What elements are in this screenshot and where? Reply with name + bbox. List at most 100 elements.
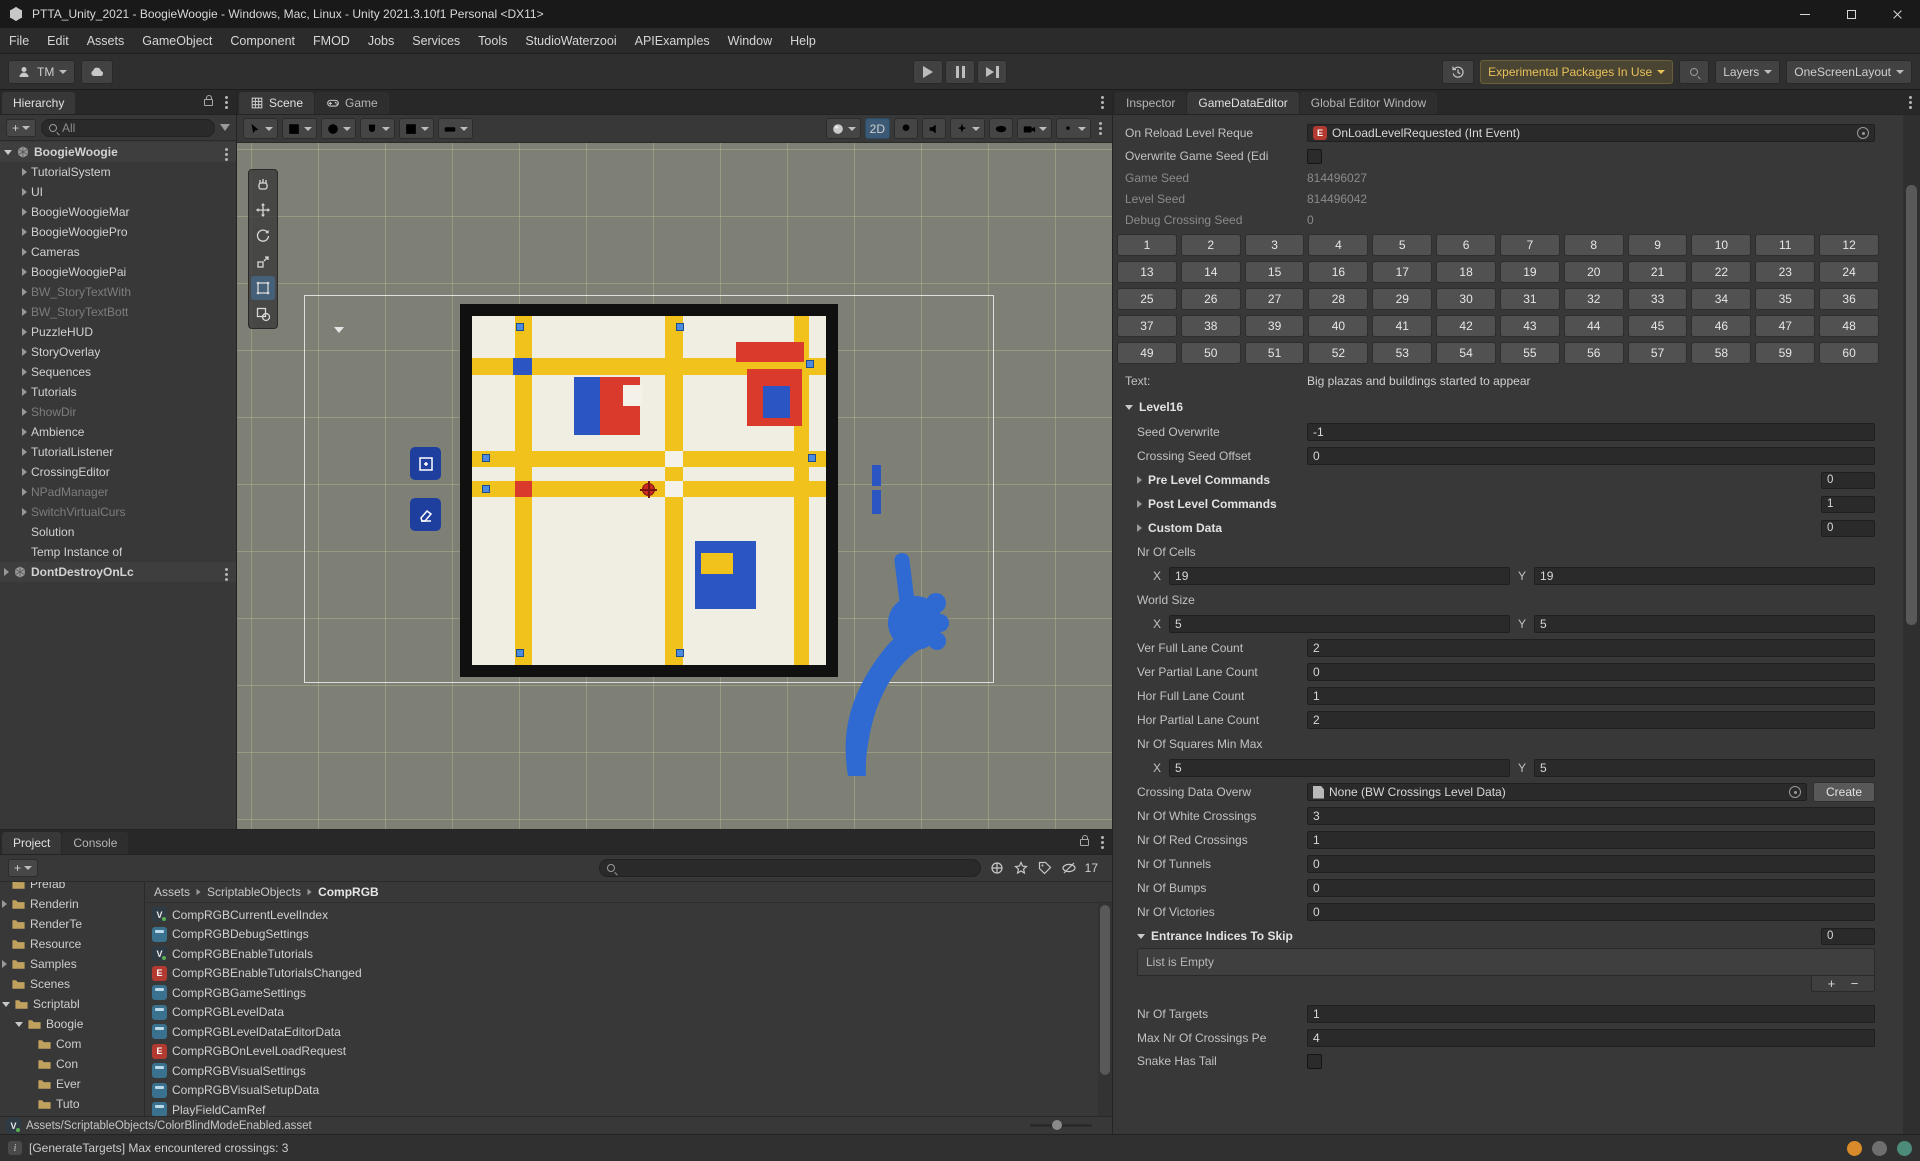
expand-arrow-icon[interactable] [22, 188, 27, 196]
array-size-field[interactable]: 0 [1821, 471, 1875, 489]
field-nr-of-white-crossings[interactable]: 3 [1307, 807, 1875, 825]
level-button-14[interactable]: 14 [1180, 261, 1241, 283]
expand-arrow-icon[interactable] [2, 1001, 10, 1007]
create-asset-button[interactable]: + [8, 859, 39, 877]
tool-settings-dropdown[interactable] [243, 118, 278, 139]
level-button-21[interactable]: 21 [1627, 261, 1688, 283]
folder-tuto[interactable]: Tuto [0, 1094, 144, 1114]
field-nr-of-red-crossings[interactable]: 1 [1307, 831, 1875, 849]
level-button-25[interactable]: 25 [1117, 288, 1177, 310]
breadcrumb-comprgb[interactable]: CompRGB [318, 885, 379, 899]
expand-arrow-icon[interactable] [22, 288, 27, 296]
menu-services[interactable]: Services [403, 28, 469, 53]
x-field[interactable]: 5 [1169, 615, 1510, 633]
expand-arrow-icon[interactable] [4, 568, 9, 576]
hierarchy-item-puzzlehud[interactable]: PuzzleHUD [0, 322, 236, 342]
level-button-5[interactable]: 5 [1372, 234, 1433, 256]
level-button-56[interactable]: 56 [1563, 342, 1624, 364]
level-button-46[interactable]: 46 [1691, 315, 1752, 337]
field-seed-overwrite[interactable]: -1 [1307, 423, 1875, 441]
level-button-35[interactable]: 35 [1755, 288, 1816, 310]
field-max-nr-of-crossings-pe[interactable]: 4 [1307, 1029, 1875, 1047]
expand-arrow-icon[interactable] [22, 348, 27, 356]
menu-fmod[interactable]: FMOD [304, 28, 359, 53]
lane-segment[interactable] [872, 465, 881, 486]
array-size-field[interactable]: 1 [1821, 495, 1875, 513]
expand-arrow-icon[interactable] [22, 308, 27, 316]
level-button-59[interactable]: 59 [1755, 342, 1816, 364]
field-nr-of-tunnels[interactable]: 0 [1307, 855, 1875, 873]
minimize-button[interactable] [1782, 0, 1828, 28]
asset-comprgbenabletutorials[interactable]: V CompRGBEnableTutorials [146, 944, 1098, 964]
inspector-scrollbar[interactable] [1903, 115, 1920, 1134]
level-button-43[interactable]: 43 [1499, 315, 1560, 337]
hierarchy-item-solution[interactable]: Solution [0, 522, 236, 542]
level-button-20[interactable]: 20 [1563, 261, 1624, 283]
foldout-custom-data[interactable]: Custom Data 0 [1113, 516, 1903, 540]
level-button-24[interactable]: 24 [1819, 261, 1879, 283]
level-button-6[interactable]: 6 [1436, 234, 1496, 256]
level-button-41[interactable]: 41 [1372, 315, 1433, 337]
level-button-57[interactable]: 57 [1627, 342, 1688, 364]
folder-resource[interactable]: Resource [0, 934, 144, 954]
fmod-status-icon[interactable] [1847, 1140, 1862, 1156]
expand-arrow-icon[interactable] [1137, 933, 1145, 939]
frame-tool-button[interactable] [410, 447, 441, 480]
level-button-13[interactable]: 13 [1117, 261, 1177, 283]
scene-row-dontdestroyonlc[interactable]: DontDestroyOnLc [0, 562, 236, 582]
foldout-level16[interactable]: Level16 [1113, 394, 1903, 420]
folder-samples[interactable]: Samples [0, 954, 144, 974]
foldout-post-level-commands[interactable]: Post Level Commands 1 [1113, 492, 1903, 516]
panel-menu-icon[interactable] [1909, 100, 1912, 104]
play-button[interactable] [913, 60, 943, 84]
snap-magnet-dropdown[interactable] [360, 118, 395, 139]
level-button-15[interactable]: 15 [1244, 261, 1305, 283]
folder-renderte[interactable]: RenderTe [0, 914, 144, 934]
crossing-marker[interactable] [640, 481, 657, 498]
close-button[interactable] [1874, 0, 1920, 28]
level-button-22[interactable]: 22 [1691, 261, 1752, 283]
painted-hand[interactable] [812, 543, 962, 776]
audio-toggle[interactable] [922, 118, 946, 139]
list-add-button[interactable]: + [1828, 976, 1836, 991]
level-button-26[interactable]: 26 [1180, 288, 1241, 310]
menu-studiowaterzooi[interactable]: StudioWaterzooi [516, 28, 625, 53]
packages-warning-dropdown[interactable]: Experimental Packages In Use [1480, 59, 1674, 84]
asset-comprgbonlevelloadrequest[interactable]: E CompRGBOnLevelLoadRequest [146, 1042, 1098, 1062]
expand-arrow-icon[interactable] [2, 960, 7, 968]
selection-handle[interactable] [516, 323, 524, 331]
menu-apiexamples[interactable]: APIExamples [626, 28, 719, 53]
hierarchy-item-switchvirtualcurs[interactable]: SwitchVirtualCurs [0, 502, 236, 522]
level-button-2[interactable]: 2 [1180, 234, 1241, 256]
expand-arrow-icon[interactable] [22, 388, 27, 396]
hierarchy-item-tutoriallistener[interactable]: TutorialListener [0, 442, 236, 462]
level-button-45[interactable]: 45 [1627, 315, 1688, 337]
rect-tool[interactable] [251, 276, 275, 300]
tab-gamedataeditor[interactable]: GameDataEditor [1187, 92, 1299, 114]
asset-playfieldcamref[interactable]: PlayFieldCamRef [146, 1100, 1098, 1116]
scene-visibility-toggle[interactable] [989, 118, 1013, 139]
level-button-33[interactable]: 33 [1627, 288, 1688, 310]
level-button-23[interactable]: 23 [1755, 261, 1816, 283]
level-button-34[interactable]: 34 [1691, 288, 1752, 310]
asset-comprgbdebugsettings[interactable]: CompRGBDebugSettings [146, 925, 1098, 945]
level-button-11[interactable]: 11 [1755, 234, 1816, 256]
create-object-button[interactable]: + [6, 118, 37, 137]
tab-console[interactable]: Console [62, 832, 129, 854]
folder-scriptabl[interactable]: Scriptabl [0, 994, 144, 1014]
selection-handle[interactable] [676, 323, 684, 331]
hierarchy-item-boogiewoogiepro[interactable]: BoogieWoogiePro [0, 222, 236, 242]
object-reference-field[interactable]: None (BW Crossings Level Data) [1307, 783, 1807, 801]
panel-menu-icon[interactable] [225, 100, 228, 104]
x-field[interactable]: 5 [1169, 759, 1510, 777]
favorites-icon[interactable] [1013, 860, 1029, 876]
hierarchy-item-ambience[interactable]: Ambience [0, 422, 236, 442]
selection-handle[interactable] [482, 485, 490, 493]
selection-handle[interactable] [482, 454, 490, 462]
expand-arrow-icon[interactable] [22, 368, 27, 376]
list-remove-button[interactable]: − [1851, 976, 1859, 991]
expand-arrow-icon[interactable] [2, 900, 7, 908]
object-picker-icon[interactable] [1857, 127, 1869, 139]
search-filter-icon[interactable] [220, 124, 230, 131]
field-nr-of-victories[interactable]: 0 [1307, 903, 1875, 921]
